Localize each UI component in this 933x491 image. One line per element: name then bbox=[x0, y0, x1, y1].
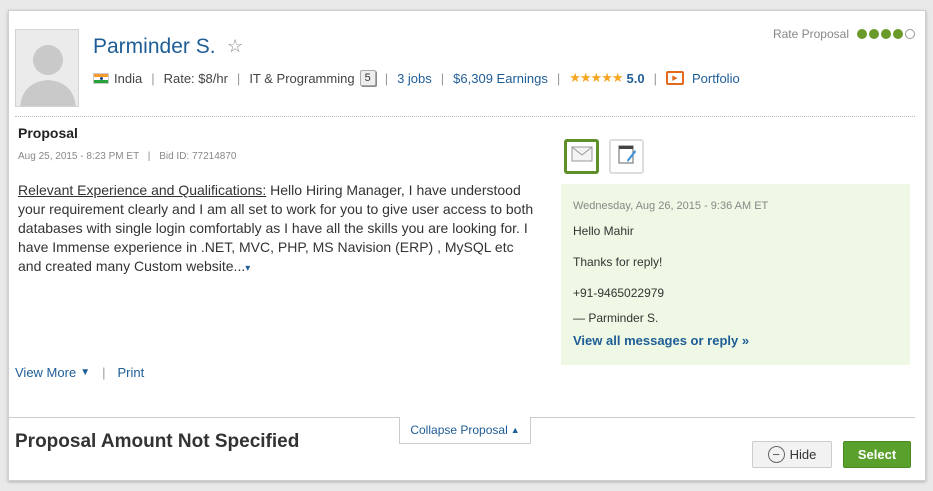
message-body: Thanks for reply! bbox=[573, 255, 663, 269]
proposal-date: Aug 25, 2015 - 8:23 PM ET bbox=[18, 151, 140, 162]
notepad-icon bbox=[617, 143, 637, 170]
separator: | bbox=[147, 151, 151, 162]
rating-stars-icon: ★★★★★ bbox=[569, 70, 623, 85]
print-link[interactable]: Print bbox=[117, 365, 144, 380]
earnings-link[interactable]: $6,309 Earnings bbox=[453, 71, 548, 86]
separator: | bbox=[151, 70, 155, 86]
rating-value: 5.0 bbox=[626, 70, 645, 86]
portfolio-icon[interactable]: ▶ bbox=[666, 71, 684, 85]
proposal-text: Relevant Experience and Qualifications: … bbox=[18, 181, 538, 278]
separator: | bbox=[384, 70, 389, 86]
proposal-meta: Aug 25, 2015 - 8:23 PM ET | Bid ID: 7721… bbox=[18, 151, 236, 162]
favorite-star-icon[interactable]: ☆ bbox=[227, 36, 243, 57]
proposal-title: Proposal bbox=[18, 125, 78, 141]
separator: | bbox=[102, 365, 106, 380]
notes-button[interactable] bbox=[609, 139, 644, 174]
separator: | bbox=[236, 70, 241, 86]
collapse-label: Collapse Proposal bbox=[410, 423, 508, 437]
view-all-messages-link[interactable]: View all messages or reply » bbox=[573, 333, 898, 348]
rate-proposal-dots[interactable] bbox=[857, 29, 915, 39]
rating-dot-4[interactable] bbox=[893, 29, 903, 39]
divider bbox=[15, 116, 915, 117]
message-date: Wednesday, Aug 26, 2015 - 9:36 AM ET bbox=[573, 200, 769, 212]
message-button[interactable] bbox=[564, 139, 599, 174]
select-button[interactable]: Select bbox=[843, 441, 911, 468]
collapse-proposal-button[interactable]: Collapse Proposal ▲ bbox=[399, 417, 531, 444]
message-phone: +91-9465022979 bbox=[573, 286, 665, 300]
rating-dot-1[interactable] bbox=[857, 29, 867, 39]
hide-label: Hide bbox=[789, 447, 817, 462]
message-panel: Wednesday, Aug 26, 2015 - 9:36 AM ET Hel… bbox=[561, 184, 910, 365]
proposal-card: Parminder S. ☆ India | Rate: $8/hr | IT … bbox=[8, 10, 926, 481]
separator: | bbox=[653, 70, 657, 86]
chevron-down-icon[interactable]: ▼ bbox=[80, 367, 90, 378]
bid-id: Bid ID: 77214870 bbox=[159, 151, 237, 162]
message-greeting: Hello Mahir bbox=[573, 224, 634, 238]
proposal-heading: Relevant Experience and Qualifications: bbox=[18, 182, 267, 198]
portfolio-link[interactable]: Portfolio bbox=[692, 71, 740, 86]
separator: | bbox=[440, 70, 445, 86]
avatar[interactable] bbox=[15, 29, 79, 107]
rating-dot-2[interactable] bbox=[869, 29, 879, 39]
rating-dot-5[interactable] bbox=[905, 29, 915, 39]
hourly-rate: Rate: $8/hr bbox=[163, 70, 228, 86]
message-signature: — Parminder S. bbox=[573, 311, 659, 325]
rate-proposal: Rate Proposal bbox=[773, 27, 915, 41]
view-more-link[interactable]: View More bbox=[15, 365, 76, 380]
separator: | bbox=[556, 70, 561, 86]
india-flag-icon bbox=[93, 72, 109, 84]
country: India bbox=[114, 70, 143, 86]
rating-dot-3[interactable] bbox=[881, 29, 891, 39]
minus-circle-icon: − bbox=[767, 446, 785, 463]
hide-button[interactable]: − Hide bbox=[752, 441, 832, 468]
chevron-up-icon: ▲ bbox=[510, 425, 520, 435]
envelope-icon bbox=[571, 146, 593, 167]
rate-proposal-label: Rate Proposal bbox=[772, 27, 849, 41]
jobs-link[interactable]: 3 jobs bbox=[397, 71, 432, 86]
freelancer-meta: India | Rate: $8/hr | IT & Programming 5… bbox=[93, 70, 740, 86]
category-count-badge: 5 bbox=[359, 70, 376, 86]
category: IT & Programming bbox=[249, 70, 355, 86]
expand-caret-icon[interactable]: ▾ bbox=[245, 263, 250, 274]
freelancer-name[interactable]: Parminder S. bbox=[93, 35, 216, 59]
proposal-amount-heading: Proposal Amount Not Specified bbox=[15, 431, 300, 452]
view-more-row: View More ▼ | Print bbox=[15, 365, 144, 380]
